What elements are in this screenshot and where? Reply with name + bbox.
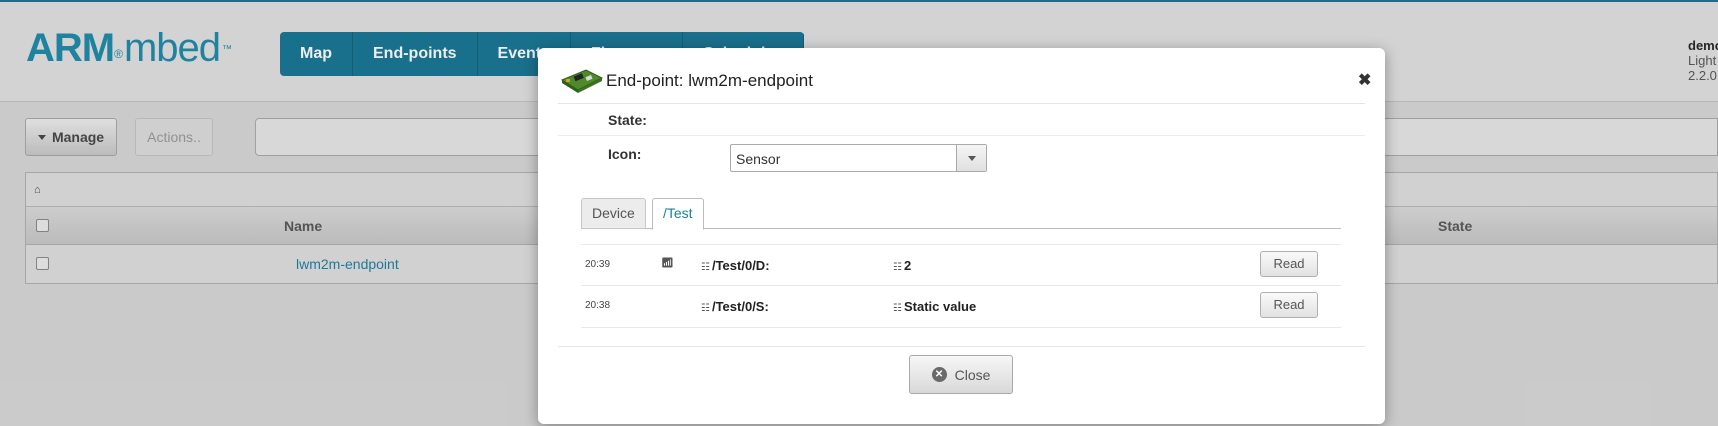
resource-row: 20:39 📶︎ ☷/Test/0/D: ☷ 2 Read: [581, 244, 1341, 286]
icon-select-value: Sensor: [736, 151, 781, 167]
resource-value-text: Static value: [903, 299, 977, 314]
resource-value: ☷ 2: [893, 258, 911, 273]
resource-timestamp: 20:39: [585, 259, 611, 270]
tag-icon: ☷: [701, 262, 710, 273]
close-button-label: Close: [954, 366, 991, 383]
dialog-header: End-point: lwm2m-endpoint ✖: [558, 56, 1371, 104]
endpoint-dialog: End-point: lwm2m-endpoint ✖ State: Icon:…: [538, 48, 1385, 424]
observable-icon: 📶︎: [661, 258, 674, 269]
resource-value: ☷ Static value: [893, 299, 976, 314]
tag-icon: ☷: [893, 303, 902, 314]
icon-select[interactable]: Sensor: [730, 144, 987, 172]
resource-tabs: Device /Test: [581, 198, 1341, 230]
state-label: State:: [608, 112, 647, 128]
device-board-icon: [560, 69, 604, 93]
close-circle-icon: ✕: [931, 367, 947, 382]
resource-timestamp: 20:38: [585, 300, 611, 311]
state-row: State:: [558, 104, 1365, 136]
tag-icon: ☷: [701, 303, 710, 314]
resource-path: ☷/Test/0/D:: [701, 258, 770, 273]
dialog-title: End-point: lwm2m-endpoint: [606, 71, 813, 90]
tag-icon: ☷: [893, 262, 902, 273]
resource-row: 20:38 ☷/Test/0/S: ☷ Static value Read: [581, 286, 1341, 328]
resource-value-text: 2: [903, 258, 912, 273]
icon-label: Icon:: [608, 146, 642, 162]
read-button[interactable]: Read: [1260, 251, 1318, 277]
tab-test[interactable]: /Test: [652, 198, 704, 230]
close-button[interactable]: ✕ Close: [909, 355, 1013, 394]
close-icon[interactable]: ✖: [1358, 70, 1371, 90]
read-button[interactable]: Read: [1260, 292, 1318, 318]
resource-path-text: /Test/0/S:: [711, 299, 769, 314]
resource-path: ☷/Test/0/S:: [701, 299, 769, 314]
select-arrow[interactable]: [956, 145, 986, 171]
dialog-footer-divider: [558, 346, 1365, 347]
chevron-down-icon: [968, 156, 976, 161]
tab-device[interactable]: Device: [581, 198, 646, 229]
resource-path-text: /Test/0/D:: [711, 258, 770, 273]
